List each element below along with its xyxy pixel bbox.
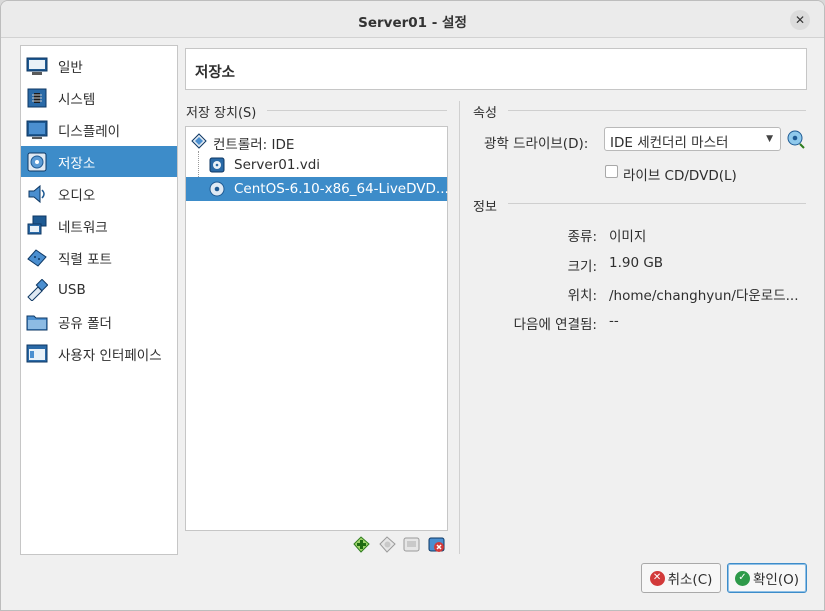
remove-attachment-icon[interactable]	[403, 536, 420, 553]
device-label: CentOS-6.10-x86_64-LiveDVD...	[234, 181, 449, 197]
sidebar-item-label: USB	[58, 281, 86, 298]
tree-row-device[interactable]: Server01.vdi	[186, 153, 447, 177]
folder-icon	[26, 315, 48, 330]
check-icon: ✓	[735, 570, 750, 586]
sidebar-item-network[interactable]: 네트워크	[21, 210, 177, 241]
tree-row-device-selected[interactable]: CentOS-6.10-x86_64-LiveDVD...	[186, 177, 449, 201]
sidebar-item-label: 네트워크	[58, 219, 108, 236]
sidebar-item-display[interactable]: 디스플레이	[21, 114, 177, 145]
sidebar-item-label: 디스플레이	[58, 123, 121, 140]
cancel-icon: ✕	[649, 570, 665, 586]
chevron-down-icon: ▼	[766, 134, 773, 144]
sidebar-item-system[interactable]: 시스템	[21, 82, 177, 113]
category-list: 일반 시스템 디스플레이 저장소 오디오 네트워크 직렬 포트 USB 공유 폴…	[20, 45, 178, 555]
sidebar-item-label: 시스템	[58, 91, 96, 108]
close-icon: ✕	[794, 13, 806, 27]
sidebar-item-label: 일반	[58, 59, 83, 76]
storage-disk-icon	[27, 152, 47, 171]
sidebar-item-audio[interactable]: 오디오	[21, 178, 177, 209]
optical-drive-label: 광학 드라이브(D):	[484, 136, 589, 152]
info-type-label: 종류:	[567, 229, 597, 245]
sidebar-item-storage[interactable]: 저장소	[21, 146, 177, 177]
add-attachment-icon[interactable]	[379, 536, 396, 553]
tree-row-controller[interactable]: 컨트롤러: IDE	[186, 129, 447, 153]
user-interface-icon	[26, 344, 48, 362]
ok-button-label: 확인(O)	[753, 572, 799, 588]
sidebar-item-usb[interactable]: USB	[21, 274, 177, 305]
optical-disc-icon	[209, 181, 225, 197]
info-location-value: /home/changhyun/다운로드...	[609, 288, 799, 304]
divider	[508, 203, 806, 204]
sidebar-item-label: 직렬 포트	[58, 251, 112, 268]
storage-tree[interactable]: 컨트롤러: IDE Server01.vdi CentOS-6.10-x86_6…	[185, 126, 449, 531]
choose-disk-icon[interactable]	[786, 129, 806, 149]
info-attached-to-value: --	[609, 313, 619, 329]
display-icon	[26, 120, 48, 139]
speaker-icon	[28, 184, 45, 203]
remove-controller-icon[interactable]	[428, 536, 445, 553]
divider	[508, 110, 806, 111]
sidebar-item-general[interactable]: 일반	[21, 50, 177, 81]
device-label: Server01.vdi	[234, 157, 321, 173]
ok-button[interactable]: ✓ 확인(O)	[727, 563, 807, 593]
live-cd-checkbox[interactable]	[605, 165, 618, 178]
close-button[interactable]: ✕	[790, 10, 810, 30]
cancel-button-label: 취소(C)	[667, 572, 713, 588]
storage-devices-label: 저장 장치(S)	[186, 106, 257, 121]
title-bar: Server01 - 설정 ✕	[1, 1, 824, 38]
settings-window: Server01 - 설정 ✕ 일반 시스템 디스플레이 저장소 오디오 네트워…	[0, 0, 825, 611]
controller-label: 컨트롤러: IDE	[213, 137, 295, 153]
divider	[267, 110, 447, 111]
usb-icon	[27, 278, 48, 301]
optical-drive-select[interactable]: IDE 세컨더리 마스터 ▼	[604, 127, 781, 151]
info-size-value: 1.90 GB	[609, 255, 664, 271]
monitor-icon	[26, 57, 48, 75]
attributes-label: 속성	[473, 106, 497, 121]
page-header: 저장소	[185, 48, 807, 90]
panel-splitter[interactable]	[459, 101, 460, 554]
info-attached-to-label: 다음에 연결됨:	[513, 317, 597, 333]
sidebar-item-shared-folders[interactable]: 공유 폴더	[21, 306, 177, 337]
sidebar-item-user-interface[interactable]: 사용자 인터페이스	[21, 338, 177, 369]
serial-port-icon	[27, 248, 47, 267]
live-cd-label[interactable]: 라이브 CD/DVD(L)	[623, 164, 737, 184]
sidebar-item-label: 사용자 인터페이스	[58, 347, 162, 364]
page-title: 저장소	[195, 65, 236, 81]
hard-disk-icon	[209, 157, 225, 173]
sidebar-item-label: 저장소	[58, 155, 96, 172]
ide-controller-icon	[191, 133, 207, 149]
window-title: Server01 - 설정	[358, 15, 467, 31]
chip-icon	[27, 88, 47, 107]
info-size-label: 크기:	[567, 259, 597, 275]
add-controller-icon[interactable]	[353, 536, 370, 553]
sidebar-item-serial-port[interactable]: 직렬 포트	[21, 242, 177, 273]
info-location-label: 위치:	[567, 288, 597, 304]
sidebar-item-label: 오디오	[58, 187, 96, 204]
info-type-value: 이미지	[609, 229, 647, 245]
information-label: 정보	[473, 200, 497, 215]
cancel-button[interactable]: ✕ 취소(C)	[641, 563, 721, 593]
sidebar-item-label: 공유 폴더	[58, 315, 112, 332]
network-icon	[27, 215, 47, 234]
optical-drive-value: IDE 세컨더리 마스터	[610, 135, 729, 151]
